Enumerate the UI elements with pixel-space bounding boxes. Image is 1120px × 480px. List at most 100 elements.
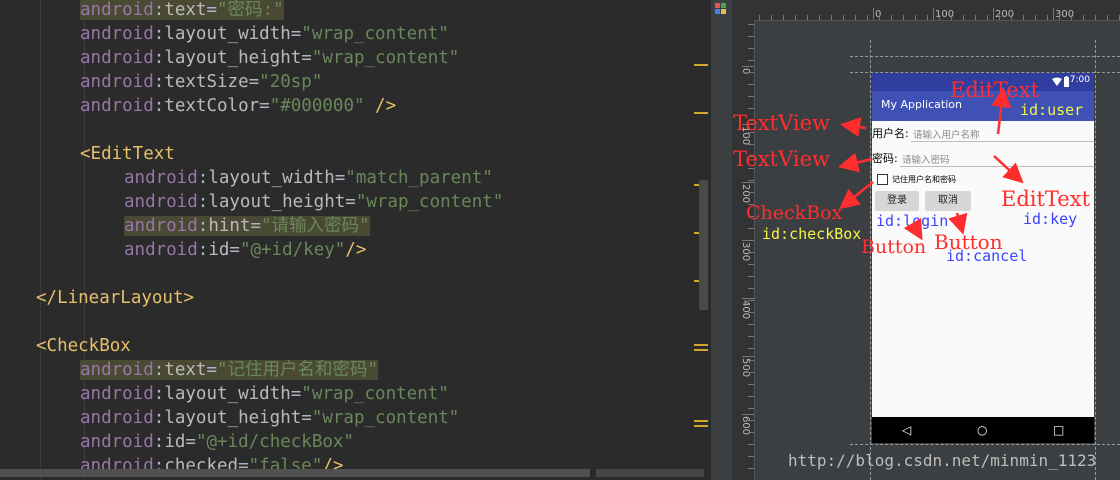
code-token: <CheckBox: [36, 336, 131, 356]
ruler-minor-tick: [748, 432, 754, 433]
code-token: "match_parent": [345, 168, 493, 188]
code-token: "@+id/key": [239, 240, 346, 260]
remember-checkbox[interactable]: [877, 174, 888, 185]
ruler-minor-tick: [748, 96, 754, 97]
code-token: layout_height: [208, 192, 346, 212]
username-input[interactable]: 请输入用户名称: [913, 127, 980, 141]
navigation-bar: ◁ ○ □: [872, 417, 1094, 443]
code-token: "wrap_content": [311, 408, 460, 428]
code-token: "密码:": [217, 0, 284, 20]
ruler-minor-tick: [748, 108, 754, 109]
code-line: android:id="@+id/key"/>: [124, 238, 366, 262]
code-token: android: [80, 0, 154, 20]
palette-icon[interactable]: [715, 3, 727, 15]
ruler-minor-tick: [1011, 15, 1012, 20]
password-input[interactable]: 请输入密码: [902, 152, 950, 166]
status-time: 7:00: [1069, 75, 1090, 85]
ruler-minor-tick: [783, 15, 784, 20]
code-token: "20sp": [259, 72, 323, 92]
ruler-minor-tick: [748, 48, 754, 49]
ruler-minor-tick: [951, 15, 952, 20]
horizontal-scroll-track: [596, 469, 704, 477]
ruler-minor-tick: [748, 372, 754, 373]
code-token: android: [124, 192, 198, 212]
ruler-minor-tick: [748, 444, 754, 445]
battery-icon: [1064, 76, 1069, 87]
ruler-minor-tick: [748, 324, 754, 325]
code-line: </LinearLayout>: [36, 286, 194, 310]
ruler-tick: [742, 414, 754, 415]
code-token: textSize: [164, 72, 249, 92]
code-token: :: [153, 72, 165, 92]
code-token: =: [301, 408, 312, 428]
device-bound-top: [850, 56, 1120, 57]
code-token: :: [153, 96, 165, 116]
code-token: =: [248, 72, 260, 92]
code-token: android: [80, 408, 154, 428]
ruler-minor-tick: [748, 396, 754, 397]
ruler-left: 0 100 200 300 400 500 600: [732, 0, 755, 480]
code-token: :: [197, 168, 209, 188]
code-token: android: [80, 96, 154, 116]
ruler-minor-tick: [1083, 15, 1084, 20]
device-bound-right: [1095, 40, 1096, 480]
ruler-minor-tick: [879, 15, 880, 20]
code-token: =: [345, 192, 356, 212]
ruler-tick: [742, 66, 754, 67]
code-token: layout_height: [164, 48, 302, 68]
code-token: :: [153, 24, 165, 44]
code-token: "wrap_content": [355, 192, 504, 212]
annotation-edittext-key: EditText: [1001, 187, 1091, 211]
code-token: id: [208, 240, 230, 260]
code-token: layout_height: [164, 408, 302, 428]
ruler-minor-tick: [748, 264, 754, 265]
code-token: =: [206, 360, 218, 380]
ruler-minor-tick: [748, 180, 754, 181]
ruler-minor-tick: [748, 456, 754, 457]
code-token: :: [153, 432, 165, 452]
ruler-minor-tick: [748, 240, 754, 241]
ruler-tick: [1053, 8, 1054, 20]
nav-recent-icon[interactable]: □: [1053, 422, 1064, 438]
nav-back-icon[interactable]: ◁: [902, 422, 911, 438]
nav-home-icon[interactable]: ○: [977, 422, 987, 438]
code-line: <EditText: [80, 142, 175, 166]
code-token: <EditText: [80, 144, 175, 164]
ruler-minor-tick: [1023, 15, 1024, 20]
vertical-scrollbar[interactable]: [699, 180, 708, 310]
code-token: =: [290, 384, 302, 404]
code-token: =: [229, 240, 240, 260]
annotation-checkbox: CheckBox: [746, 202, 843, 224]
horizontal-scrollbar[interactable]: [0, 469, 590, 477]
ruler-minor-tick: [1047, 15, 1048, 20]
ruler-minor-tick: [819, 15, 820, 20]
login-button[interactable]: 登录: [875, 191, 919, 211]
code-token: :: [153, 384, 165, 404]
ruler-label: 400: [740, 300, 751, 320]
panel-divider[interactable]: [710, 0, 733, 480]
ruler-minor-tick: [748, 420, 754, 421]
code-token: android: [124, 168, 198, 188]
code-token: :: [153, 48, 165, 68]
ruler-minor-tick: [748, 348, 754, 349]
code-editor[interactable]: android:text="密码:" android:layout_width="…: [0, 0, 710, 480]
code-token: text: [164, 0, 207, 20]
annotation-id-checkbox: id:checkBox: [762, 225, 862, 243]
code-token: layout_width: [164, 384, 291, 404]
ruler-minor-tick: [748, 408, 754, 409]
code-line: <CheckBox: [36, 334, 131, 358]
code-line: android:text="密码:": [80, 0, 284, 22]
code-token: hint: [208, 216, 251, 236]
ruler-minor-tick: [748, 384, 754, 385]
ruler-minor-tick: [795, 15, 796, 20]
ruler-minor-tick: [759, 15, 760, 20]
ruler-minor-tick: [748, 84, 754, 85]
cancel-button[interactable]: 取消: [925, 191, 971, 211]
ruler-minor-tick: [748, 24, 754, 25]
annotation-id-key: id:key: [1023, 210, 1078, 228]
ruler-minor-tick: [748, 60, 754, 61]
ruler-minor-tick: [963, 15, 964, 20]
ruler-minor-tick: [748, 468, 754, 469]
code-token: </LinearLayout>: [36, 288, 195, 308]
code-line: android:layout_width="wrap_content": [80, 382, 449, 406]
